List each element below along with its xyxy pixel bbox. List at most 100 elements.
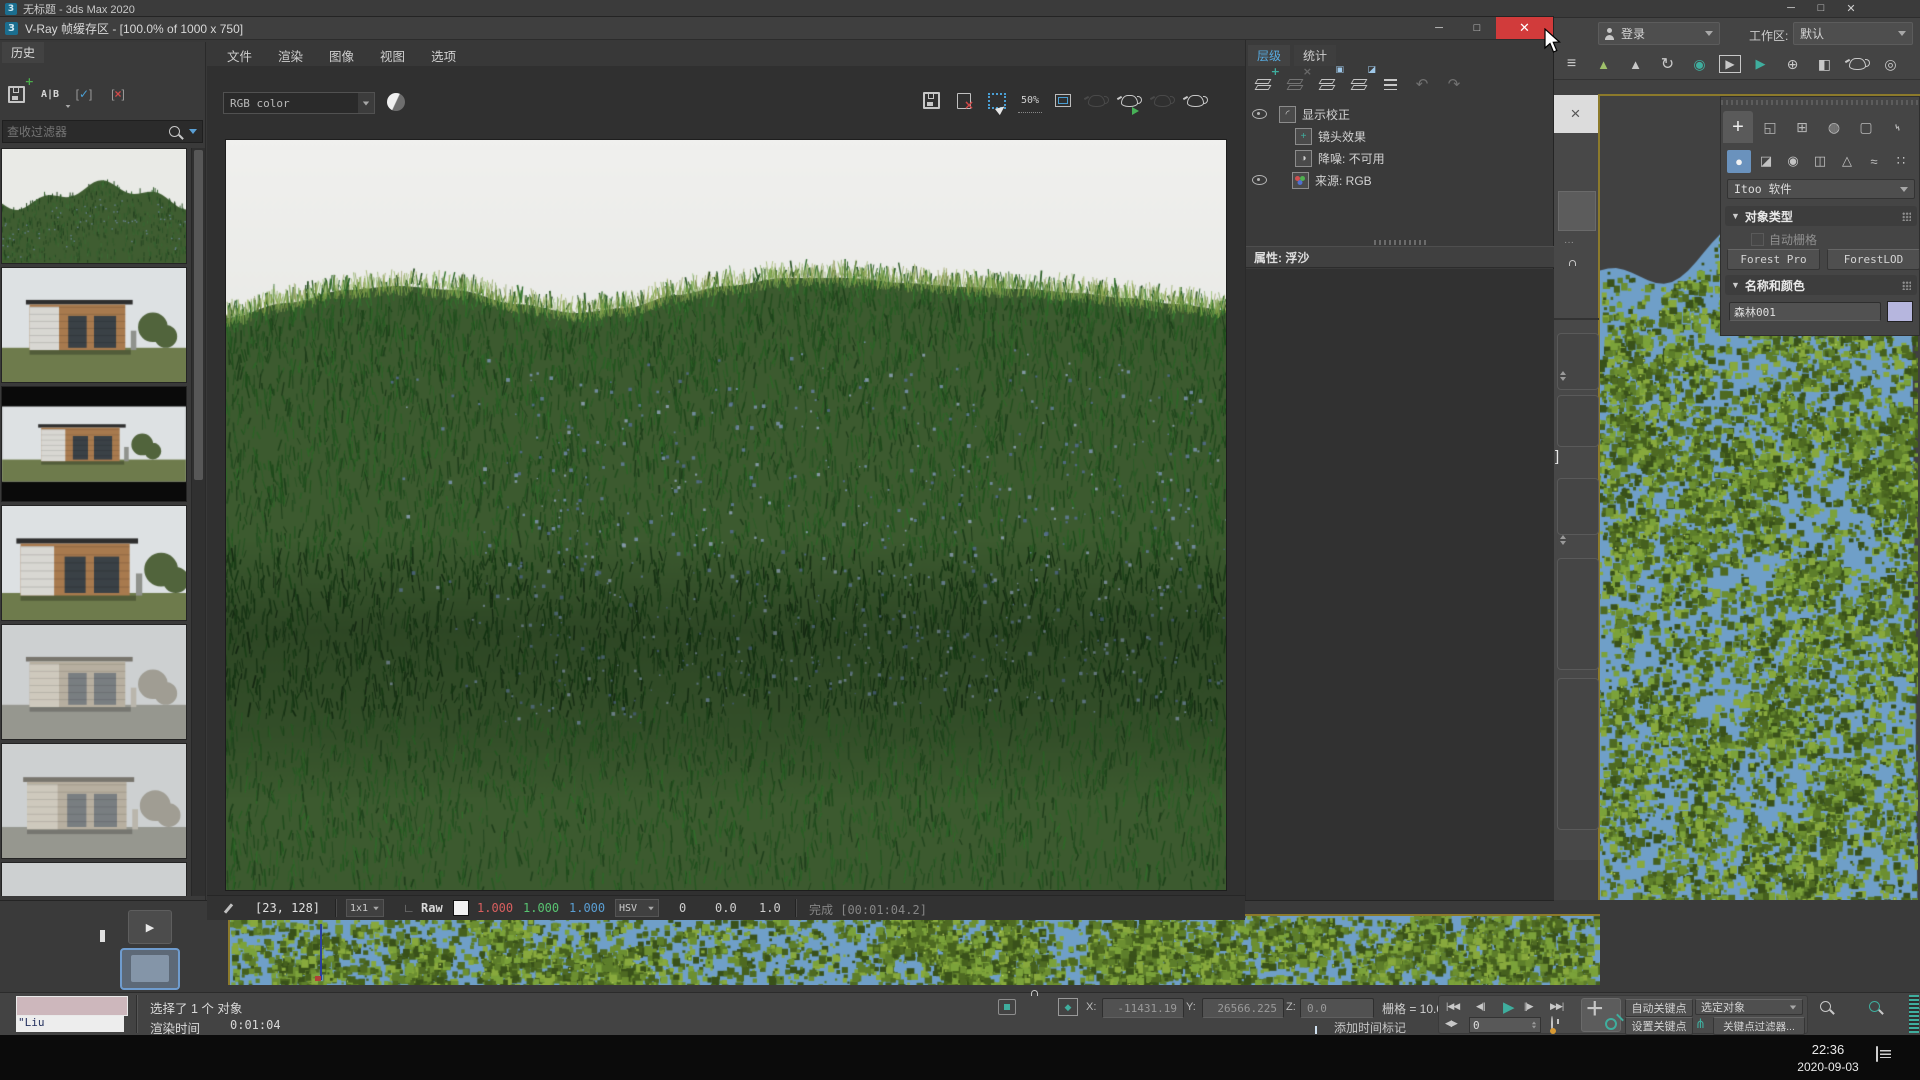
selection-filter-dropdown[interactable]: 选定对象 (1695, 999, 1803, 1015)
object-color-swatch[interactable] (1887, 301, 1913, 322)
auto-key-button[interactable]: 自动关键点 (1625, 999, 1693, 1017)
history-scrollbar[interactable] (191, 148, 205, 896)
menu-options[interactable]: 选项 (431, 46, 456, 65)
menu-view[interactable]: 视图 (380, 46, 405, 65)
pipette-icon[interactable] (224, 903, 233, 913)
scrollbar-thumb[interactable] (194, 150, 203, 480)
video-playback-icon[interactable]: ▶ (1748, 52, 1773, 76)
menu-render[interactable]: 渲染 (278, 46, 303, 65)
forest-pro-button[interactable]: Forest Pro (1727, 249, 1820, 270)
dialog-swatch[interactable] (1558, 191, 1596, 231)
add-time-tag-label[interactable]: 添加时间标记 (1334, 1019, 1406, 1036)
login-dropdown[interactable]: 登录 (1598, 22, 1720, 45)
history-thumbnail-4[interactable] (1, 505, 187, 621)
save-to-history-icon[interactable]: + (4, 82, 28, 106)
autogrid-checkbox[interactable] (1751, 233, 1764, 246)
close-button[interactable]: ✕ (1838, 1, 1864, 15)
viewport-bottom[interactable] (228, 914, 1600, 985)
frame-number-field[interactable]: 0 (1469, 1017, 1541, 1033)
tab-motion[interactable]: ◍ (1819, 115, 1849, 139)
eye-icon[interactable] (1252, 109, 1267, 119)
render-last-icon[interactable] (1084, 89, 1108, 113)
layer-row-denoiser[interactable]: ◑ 降噪: 不可用 (1246, 148, 1554, 168)
undo-icon[interactable]: ↶ (1410, 72, 1434, 96)
history-search-input[interactable] (3, 125, 169, 139)
category-shapes[interactable]: ◪ (1754, 149, 1778, 173)
transform-type-in-icon[interactable]: ◆ (1058, 998, 1078, 1016)
category-cameras[interactable]: ◫ (1808, 149, 1832, 173)
zoom-icon[interactable] (1814, 998, 1836, 1016)
camera-add-icon[interactable]: ⊕ (1780, 52, 1805, 76)
tab-layers[interactable]: 层级 (1248, 45, 1290, 66)
render-preview-icon[interactable]: ▶ (1719, 55, 1741, 73)
set-key-button[interactable]: 设置关键点 (1625, 1017, 1693, 1035)
tab-display[interactable]: ▢ (1851, 115, 1881, 139)
category-dropdown[interactable]: Itoo 软件 (1727, 179, 1915, 199)
proportion-50-icon[interactable]: 50% (1018, 88, 1042, 113)
menu-file[interactable]: 文件 (227, 46, 252, 65)
channel-dropdown[interactable]: RGB color (223, 92, 375, 114)
tab-history[interactable]: 历史 (2, 42, 44, 63)
add-key-button[interactable]: + (1581, 998, 1621, 1032)
ab-compare-icon[interactable]: A|B (38, 82, 62, 106)
save-layer-tree-icon[interactable]: ▣ (1314, 72, 1338, 96)
eye-icon[interactable] (1252, 175, 1267, 185)
workspace-dropdown[interactable]: 默认 (1793, 22, 1913, 45)
next-frame-button[interactable]: ||▶ (1524, 1001, 1533, 1012)
dialog-titlebar[interactable]: × (1553, 95, 1598, 133)
play-button[interactable]: ▶ (1503, 998, 1515, 1016)
forest-tree-icon[interactable]: ▲ (1623, 52, 1648, 76)
render-setup-teapot-icon[interactable] (1844, 52, 1871, 76)
clear-image-icon[interactable] (952, 89, 976, 113)
layer-row-display-correction[interactable]: ◜ 显示校正 (1246, 104, 1554, 124)
layer-row-lens-effects[interactable]: + 镜头效果 (1246, 126, 1554, 146)
time-slider-tick[interactable] (100, 930, 105, 942)
rollout-name-color[interactable]: ▼ 名称和颜色 (1725, 275, 1917, 295)
vfb-maximize-button[interactable]: □ (1458, 17, 1496, 39)
minimize-button[interactable]: ─ (1778, 1, 1804, 15)
clock-date[interactable]: 2020-09-03 (1780, 1060, 1876, 1074)
y-coordinate-field[interactable] (1202, 998, 1284, 1018)
maxscript-listener[interactable]: "Liu (16, 1016, 124, 1032)
object-name-input[interactable] (1729, 302, 1881, 321)
go-to-end-button[interactable]: ▶▶| (1550, 1001, 1563, 1012)
set-a-icon[interactable]: [✓] (72, 82, 96, 106)
layer-list-icon[interactable] (1378, 72, 1402, 96)
time-configuration-icon[interactable] (1551, 1016, 1553, 1032)
isolate-selection-icon[interactable] (998, 999, 1016, 1015)
splitter-grip[interactable] (1374, 240, 1426, 245)
render-stop-icon[interactable] (1150, 89, 1174, 113)
clock-time[interactable]: 22:36 (1796, 1042, 1860, 1057)
delete-layer-icon[interactable]: × (1282, 72, 1306, 96)
render-scene-icon[interactable] (1183, 89, 1207, 113)
key-filter-icon[interactable]: ⋔ (1695, 1016, 1706, 1032)
z-coordinate-field[interactable] (1300, 998, 1374, 1018)
x-coordinate-field[interactable] (1102, 998, 1184, 1018)
history-thumbnail-6[interactable] (1, 743, 187, 859)
scroll-grip[interactable] (1909, 995, 1919, 1033)
layout-tab-active[interactable] (120, 948, 180, 990)
history-thumbnail-7[interactable] (1, 862, 187, 896)
history-thumbnail-3[interactable] (1, 386, 187, 502)
spinner-icon[interactable] (1560, 535, 1566, 545)
category-geometry[interactable]: ● (1727, 150, 1751, 173)
forest-rain-icon[interactable]: ▲ (1591, 52, 1616, 76)
go-to-start-button[interactable]: |◀◀ (1446, 1001, 1459, 1012)
frame-spinner[interactable] (1532, 1022, 1536, 1029)
category-space-warps[interactable]: ≈ (1862, 149, 1886, 173)
history-thumbnail-1[interactable] (1, 148, 187, 264)
load-layer-tree-icon[interactable]: ◪ (1346, 72, 1370, 96)
max-titlebar[interactable]: 3 无标题 - 3ds Max 2020 ─ □ ✕ (0, 0, 1920, 18)
remove-from-history-icon[interactable]: [×] (106, 82, 130, 106)
close-icon[interactable]: × (1571, 104, 1581, 124)
layer-manager-icon[interactable]: ≡ (1559, 52, 1584, 76)
category-systems[interactable]: ∷ (1889, 149, 1913, 173)
forest-lod-button[interactable]: ForestLOD (1827, 249, 1920, 270)
menu-image[interactable]: 图像 (329, 46, 354, 65)
save-image-icon[interactable] (919, 89, 943, 113)
arc-rotate-icon[interactable]: ↻ (1655, 52, 1680, 76)
maximize-button[interactable]: □ (1808, 1, 1834, 15)
layer-row-source-rgb[interactable]: 来源: RGB (1246, 170, 1554, 190)
add-layer-icon[interactable]: + (1250, 72, 1274, 96)
key-filters-button[interactable]: 关键点过滤器... (1713, 1017, 1805, 1035)
